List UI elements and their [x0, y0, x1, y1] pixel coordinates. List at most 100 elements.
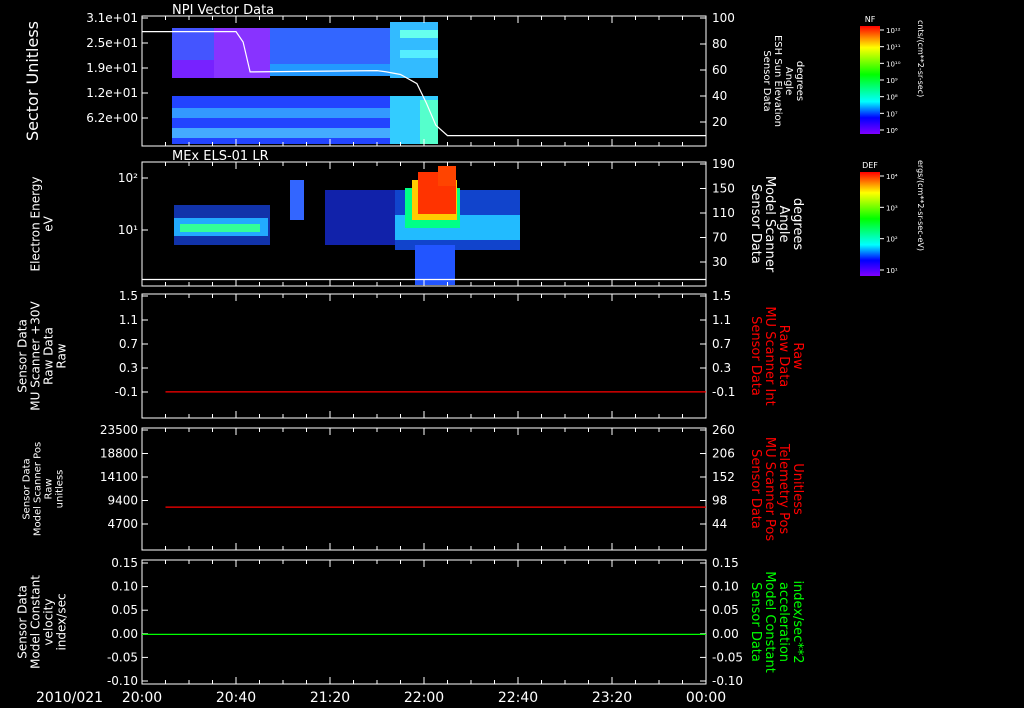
panel4-frame [141, 427, 707, 551]
panel4-y2label: Sensor Data [748, 449, 763, 529]
panel3-frame [141, 293, 707, 419]
panel3-ylabel: Raw [55, 343, 69, 368]
p1-block-m [420, 100, 438, 144]
p2-block-d [290, 180, 304, 220]
x-tick-label: 21:20 [310, 690, 350, 706]
panel1-ytick-label: 2.5e+01 [86, 36, 138, 50]
panel4-y2label: Unitless [790, 463, 805, 515]
panel3-ytick-label: 0.3 [119, 361, 138, 375]
panel4-y2tick-label: 152 [712, 470, 735, 484]
p1-block-g [400, 30, 438, 38]
panel2-y2label: Model Scanner [762, 176, 777, 273]
panel2-y2label: degrees [790, 198, 805, 251]
panel1-y2label: degrees [794, 61, 805, 101]
panel2-y2tick-label: 150 [712, 182, 735, 196]
panel2-y2tick-label: 70 [712, 231, 727, 245]
panel1-ytick-label: 6.2e+00 [86, 111, 138, 125]
panel3-y2tick-label: 1.1 [712, 313, 731, 327]
panel1-ylabel: Sector Unitless [23, 21, 42, 141]
x-tick-label: 00:00 [686, 690, 726, 706]
panel3-ylabel: MU Scanner +30V [29, 301, 43, 411]
panel4-ylabel: unitless [55, 470, 66, 509]
colorbar-label: 10³ [886, 204, 898, 212]
panel4-y2label: Telemetry Pos [776, 443, 791, 535]
colorbar-label: 10¹¹ [886, 44, 901, 52]
colorbar-label: 10⁷ [886, 110, 898, 118]
panel5-ytick-label: 0.00 [111, 627, 138, 641]
panel5-y2label: index/sec**2 [790, 580, 805, 663]
panel2-heatmap [174, 166, 520, 285]
colorbar-label: 10¹⁰ [886, 60, 901, 68]
panel5-y2tick-label: 0.05 [712, 603, 739, 617]
panel2-y2label: Angle [776, 206, 791, 243]
panel4-ytick-label: 9400 [107, 494, 138, 508]
colorbar-label: 10¹ [886, 267, 898, 275]
panel5-ytick-label: 0.05 [111, 603, 138, 617]
p1-block-c [214, 28, 270, 78]
footer-date: 2010/021 [36, 690, 103, 706]
panel1-y2tick-label: 100 [712, 11, 735, 25]
panel2-ylabel: Electron Energy [29, 176, 43, 271]
panel3-ytick-label: 1.1 [119, 313, 138, 327]
panel3-y2tick-label: -0.1 [712, 385, 735, 399]
panel3-ylabel: Raw Data [42, 327, 56, 385]
panel5-ytick-label: -0.10 [107, 674, 138, 688]
panel1-y2label: ESH Sun Elevation [772, 35, 783, 127]
p2-block-e [325, 190, 395, 245]
panel4-ytick-label: 4700 [107, 517, 138, 531]
panel3-y2label: Sensor Data [748, 316, 763, 396]
panel2-ytick-label: 10² [118, 171, 138, 185]
x-tick-label: 20:00 [122, 690, 162, 706]
panel5-ylabel: velocity [42, 599, 56, 646]
panel5-y2tick-label: 0.15 [712, 556, 739, 570]
panel4-ytick-label: 18800 [100, 447, 138, 461]
panel4-ytick-label: 23500 [100, 423, 138, 437]
panel2-y2label: Sensor Data [748, 184, 763, 264]
panel4-y2label: MU Scanner Pos [762, 437, 777, 542]
panel5-frame [141, 559, 707, 685]
panel3-y2label: Raw Data [776, 325, 791, 388]
panel2-y2tick-label: 190 [712, 157, 735, 171]
panel3-ylabel: Sensor Data [16, 319, 30, 393]
p1-block-h [400, 50, 438, 58]
colorbar-label: 10⁶ [886, 127, 898, 135]
panel1-heatmap [172, 22, 438, 144]
panel5-ytick-label: -0.05 [107, 650, 138, 664]
panel4-y2tick-label: 260 [712, 423, 735, 437]
panel1-y2tick-label: 80 [712, 37, 727, 51]
plot-canvas: NF DEF cnts/(cm**2-sr-sec) ergs/(cm**2-s… [16, 3, 926, 706]
colorbar-label: 10⁹ [886, 77, 898, 85]
panel4-ylabel: Raw [44, 478, 55, 499]
panel5-ytick-label: 0.15 [111, 556, 138, 570]
colorbar-def-name: DEF [862, 161, 878, 170]
p1-block-e [270, 64, 390, 76]
panel2-y2tick-label: 30 [712, 255, 727, 269]
x-tick-label: 20:40 [216, 690, 256, 706]
panel5-y2tick-label: -0.05 [712, 650, 743, 664]
panel4-y2tick-label: 44 [712, 517, 727, 531]
panel1-y2tick-label: 20 [712, 115, 727, 129]
panel5-ylabel: Model Constant [29, 575, 43, 669]
panel4-y2tick-label: 206 [712, 447, 735, 461]
panel1-ytick-label: 3.1e+01 [86, 11, 138, 25]
panel1-y2label: Sensor Data [761, 50, 772, 111]
panel1-ytick-label: 1.2e+01 [86, 86, 138, 100]
panel5-y2label: Model Constant [762, 571, 777, 673]
panel1-y2tick-label: 40 [712, 89, 727, 103]
panel2-ytick-label: 10¹ [118, 223, 138, 237]
panel5-y2tick-label: 0.10 [712, 580, 739, 594]
panel3-ytick-label: 0.7 [119, 337, 138, 351]
panel3-ytick-label: -0.1 [115, 385, 138, 399]
x-tick-label: 22:00 [404, 690, 444, 706]
colorbar-def-unit: ergs/(cm**2-sr-sec-eV) [916, 160, 925, 251]
colorbar-label: 10² [886, 236, 898, 244]
panel5-y2label: Sensor Data [748, 582, 763, 662]
panel3-y2tick-label: 1.5 [712, 289, 731, 303]
panel3-y2tick-label: 0.3 [712, 361, 731, 375]
x-tick-label: 23:20 [592, 690, 632, 706]
panel1-y2label: Angle [783, 67, 794, 95]
colorbar-label: 10⁸ [886, 94, 898, 102]
panel3-y2label: MU Scanner Int [762, 306, 777, 405]
panel3-y2label: Raw [790, 342, 805, 370]
panel4-y2tick-label: 98 [712, 494, 727, 508]
